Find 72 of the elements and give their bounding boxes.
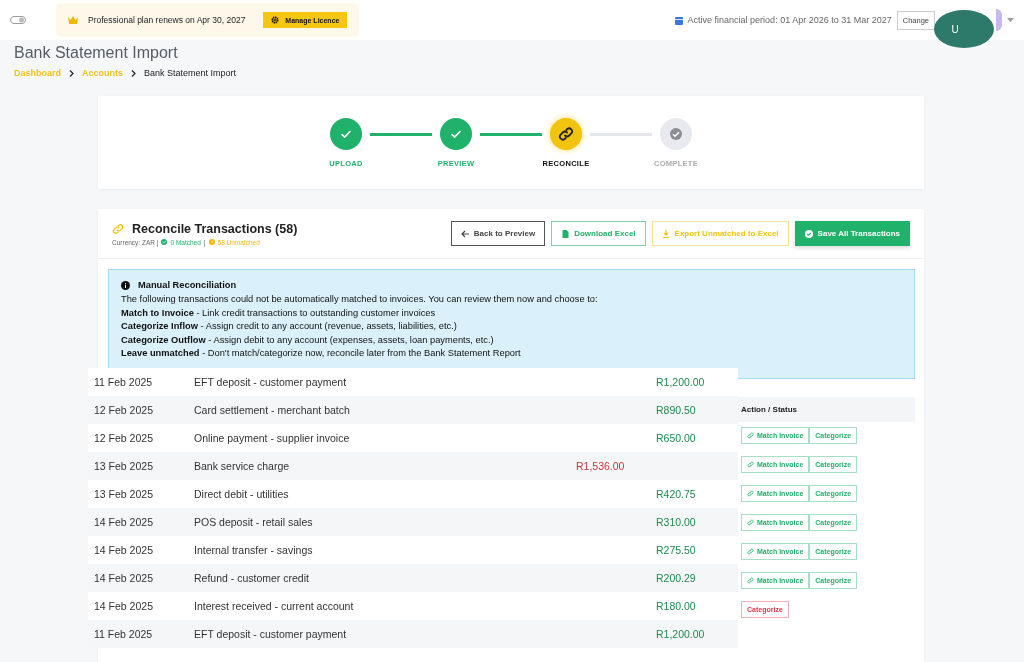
- toggle-icon[interactable]: [10, 16, 26, 24]
- credit-cell-text: R275.50: [655, 544, 697, 556]
- check-icon: [668, 126, 684, 142]
- date-cell-text: 14 Feb 2025: [93, 516, 154, 528]
- date-cell-text: 12 Feb 2025: [93, 432, 154, 444]
- credit-cell-text: R1,200.00: [655, 376, 706, 388]
- arrow-left-icon: [460, 229, 469, 238]
- date-cell-text: 11 Feb 2025: [93, 376, 154, 388]
- option-text: Categorize Inflow - Assign credit to any account (revenue, assets, liabilities, etc.): [121, 321, 458, 331]
- breadcrumb-current: Bank Statement Import: [144, 68, 237, 78]
- date-cell-text: 14 Feb 2025: [93, 600, 154, 612]
- check-circle-icon: [161, 239, 168, 245]
- export-button[interactable]: Export Unmatched to Excel: [651, 221, 789, 246]
- option-text: Leave unmatched - Don't match/categorize now, reconcile later from the Bank Statement Report: [121, 348, 522, 358]
- date-cell-text: 14 Feb 2025: [93, 572, 154, 584]
- crown-icon: [68, 16, 78, 24]
- link-icon: [747, 519, 754, 526]
- link-icon: [747, 461, 754, 468]
- description-cell-text: POS deposit - retail sales: [193, 516, 314, 528]
- credit-cell-text: R890.50: [655, 404, 697, 416]
- financial-period: Active financial period: 01 Apr 2026 to 31 Mar 2027: [687, 15, 892, 25]
- description-cell-text: Direct debit - utilities: [193, 488, 290, 500]
- chevron-icon: [69, 69, 74, 77]
- date-cell-text: 13 Feb 2025: [93, 488, 154, 500]
- description-cell-text: EFT deposit - customer payment: [193, 628, 348, 640]
- clock-icon: [208, 239, 215, 245]
- credit-cell-text: R310.00: [655, 516, 697, 528]
- chevron-icon: [131, 69, 137, 77]
- date-cell-text: 12 Feb 2025: [93, 404, 154, 416]
- breadcrumb-link[interactable]: Accounts: [82, 68, 124, 78]
- calendar-icon: [674, 15, 683, 25]
- debit-cell-text: R1,536.00: [575, 460, 626, 472]
- page-title: Bank Statement Import: [14, 44, 179, 62]
- description-cell-text: Online payment - supplier invoice: [193, 432, 351, 444]
- section-title: Reconcile Transactions (58): [132, 221, 298, 236]
- description-cell-text: Bank service charge: [193, 460, 291, 472]
- credit-cell-text: R180.00: [655, 600, 697, 612]
- save-button[interactable]: Save All Transactions: [794, 221, 910, 246]
- option-text: Categorize Outflow - Assign debit to any account (expenses, assets, loan payments, etc.): [121, 334, 495, 345]
- credit-cell-text: R200.29: [655, 572, 697, 584]
- info-icon: [121, 280, 130, 290]
- credit-cell-text: R650.00: [655, 432, 697, 444]
- date-cell-text: 11 Feb 2025: [93, 628, 154, 640]
- description-cell-text: Card settlement - merchant batch: [193, 404, 351, 416]
- description-cell-text: Interest received - current account: [193, 600, 355, 612]
- link-icon: [747, 490, 754, 497]
- plan-notice: Professional plan renews on Apr 30, 2027: [88, 15, 246, 25]
- caret-icon[interactable]: [1007, 17, 1014, 23]
- description-cell-text: Refund - customer credit: [193, 572, 310, 584]
- breadcrumb-link[interactable]: Dashboard: [14, 68, 61, 78]
- info-title: Manual Reconciliation: [138, 280, 237, 290]
- user-avatar[interactable]: U: [934, 10, 994, 48]
- link-icon: [747, 432, 754, 439]
- info-text: The following transactions could not be automatically matched to invoices. You can review them now and choose to:: [121, 294, 599, 304]
- link-icon: [112, 222, 124, 235]
- download-icon: [661, 229, 670, 238]
- gear-icon: [271, 16, 280, 24]
- description-cell-text: EFT deposit - customer payment: [193, 376, 348, 388]
- file-icon: [561, 229, 570, 238]
- link-icon: [747, 548, 754, 555]
- link-icon: [747, 577, 754, 584]
- option-text: Match to Invoice - Link credit transactions to outstanding customer invoices: [121, 307, 437, 318]
- back-button[interactable]: Back to Preview: [450, 221, 546, 246]
- credit-cell-text: R1,200.00: [655, 628, 706, 640]
- column-header: Action / Status: [741, 405, 797, 414]
- description-cell-text: Internal transfer - savings: [193, 544, 314, 556]
- credit-cell-text: R420.75: [655, 488, 697, 500]
- download-button[interactable]: Download Excel: [551, 221, 646, 246]
- link-icon: [558, 126, 574, 142]
- date-cell-text: 14 Feb 2025: [93, 544, 154, 556]
- date-cell-text: 13 Feb 2025: [93, 460, 154, 472]
- check-circle-icon: [804, 229, 813, 238]
